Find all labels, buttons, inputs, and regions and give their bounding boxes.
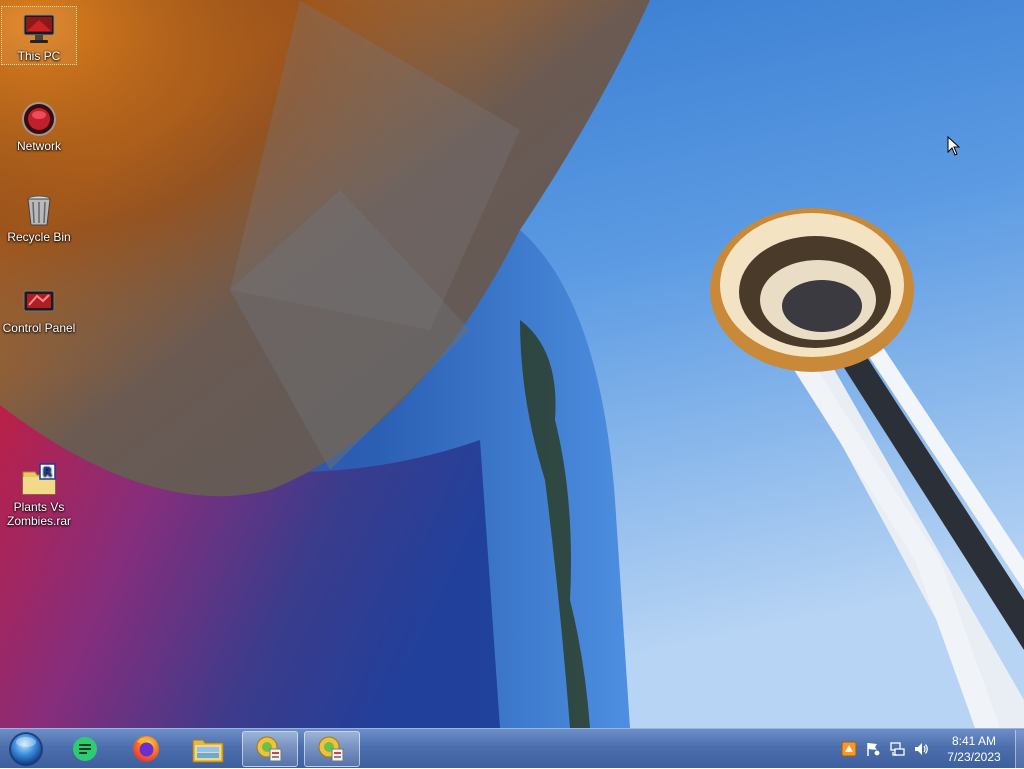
network-tray-icon[interactable] xyxy=(888,740,906,758)
volume-icon[interactable] xyxy=(912,740,930,758)
action-center-flag-icon[interactable] xyxy=(864,740,882,758)
network-icon xyxy=(22,102,56,136)
installer-app-icon xyxy=(318,736,344,762)
desktop-icon-label-line2: Zombies.rar xyxy=(6,514,71,528)
taskbar-notes-button[interactable] xyxy=(57,731,113,767)
desktop-icon-control-panel[interactable]: Control Panel xyxy=(1,279,77,335)
firefox-icon xyxy=(133,736,159,762)
desktop-icon-label: This PC xyxy=(17,49,61,63)
rar-archive-icon: R xyxy=(22,463,56,495)
computer-icon xyxy=(23,14,55,43)
wallpaper xyxy=(0,0,1024,728)
desktop-icon-label-line1: Plants Vs xyxy=(13,500,65,514)
desktop-icon-this-pc[interactable]: This PC xyxy=(1,6,77,65)
desktop-icon-label: Network xyxy=(16,139,61,153)
desktop-icon-recycle-bin[interactable]: Recycle Bin xyxy=(1,188,77,244)
system-tray: 8:41 AM 7/23/2023 xyxy=(837,729,1024,769)
recycle-bin-icon xyxy=(27,195,51,226)
file-explorer-icon xyxy=(192,739,224,763)
installer-app-icon xyxy=(256,736,282,762)
taskbar-installer-button-2[interactable] xyxy=(304,731,360,767)
start-orb-icon[interactable] xyxy=(6,731,44,767)
taskbar-installer-button-1[interactable] xyxy=(242,731,298,767)
taskbar-clock[interactable]: 8:41 AM 7/23/2023 xyxy=(939,733,1009,765)
control-panel-icon xyxy=(23,290,55,312)
show-desktop-button[interactable] xyxy=(1015,730,1024,768)
svg-text:R: R xyxy=(43,465,52,479)
desktop-icon-plants-vs-zombies-rar[interactable]: R Plants Vs Zombies.rar xyxy=(1,458,77,528)
desktop-icon-network[interactable]: Network xyxy=(1,97,77,153)
desktop-icon-label: Recycle Bin xyxy=(7,230,71,244)
taskbar: 8:41 AM 7/23/2023 xyxy=(0,728,1024,768)
desktop-icon-label: Control Panel xyxy=(2,321,76,335)
taskbar-firefox-button[interactable] xyxy=(118,731,174,767)
clock-date: 7/23/2023 xyxy=(947,750,1001,764)
notes-app-icon xyxy=(73,737,97,761)
winrar-tray-icon[interactable] xyxy=(840,740,858,758)
desktop[interactable]: This PC Network Recycle Bin Control Pane… xyxy=(0,0,1024,728)
clock-time: 8:41 AM xyxy=(951,734,997,748)
taskbar-file-explorer-button[interactable] xyxy=(180,731,236,767)
mouse-cursor-icon xyxy=(947,136,961,156)
